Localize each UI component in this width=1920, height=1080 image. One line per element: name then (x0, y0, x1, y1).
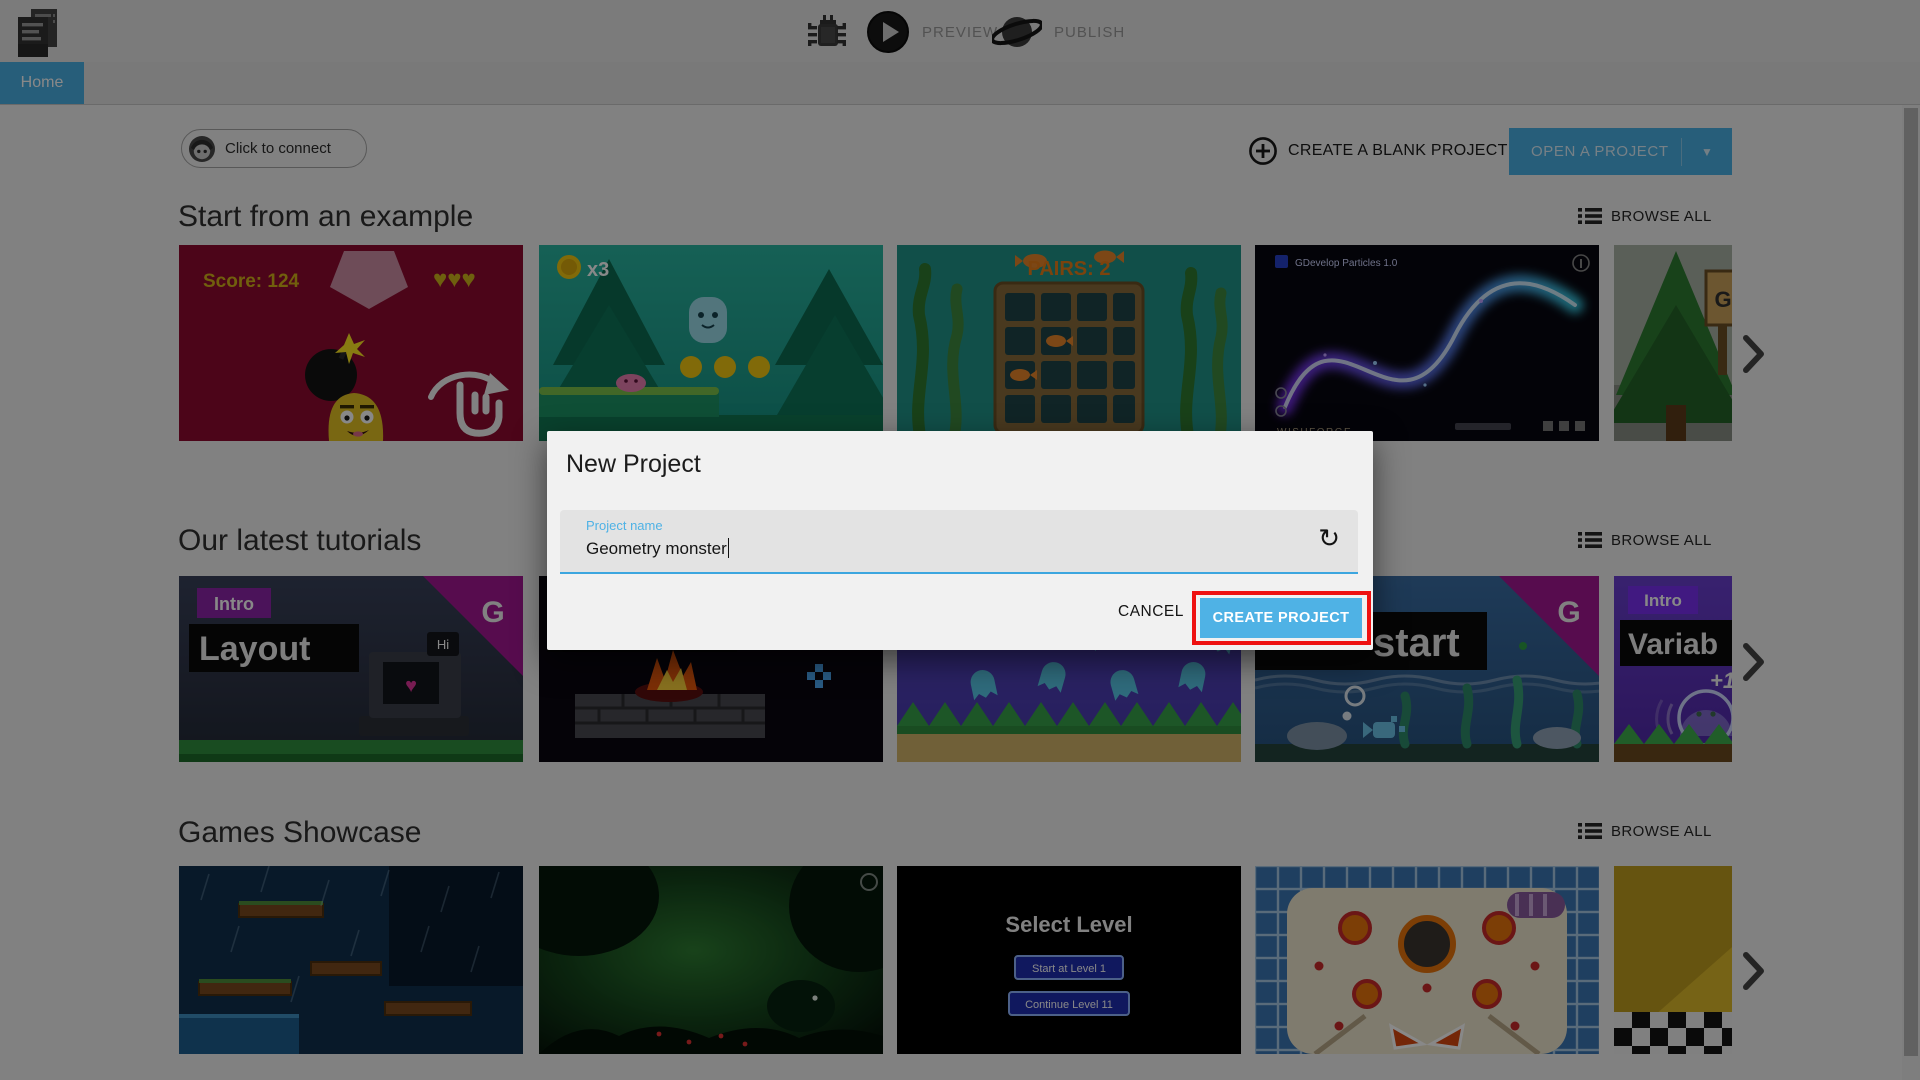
annotation-highlight-box (1192, 591, 1371, 645)
project-name-input[interactable]: Project name Geometry monster ↻ (560, 510, 1358, 574)
project-name-value: Geometry monster (586, 539, 727, 558)
dialog-title: New Project (566, 450, 701, 478)
cancel-button[interactable]: CANCEL (1118, 603, 1184, 621)
project-name-label: Project name (586, 518, 663, 533)
text-cursor (727, 538, 730, 558)
input-focus-underline (560, 571, 1358, 574)
refresh-icon[interactable]: ↻ (1318, 525, 1340, 551)
